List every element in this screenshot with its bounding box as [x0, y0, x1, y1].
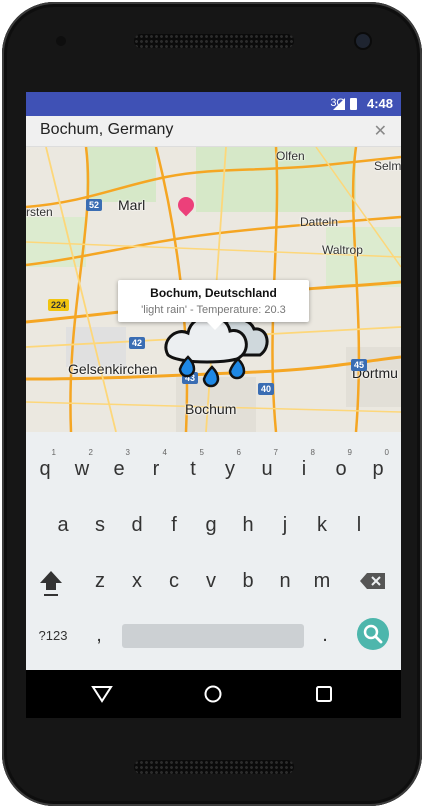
comma-key[interactable]: ,	[92, 624, 106, 647]
road-shield-42b: 42	[129, 337, 146, 349]
search-key[interactable]	[357, 618, 389, 650]
shift-icon	[40, 571, 62, 596]
navigation-bar	[26, 670, 401, 718]
key-s[interactable]: s	[89, 514, 111, 537]
key-v[interactable]: v	[200, 570, 222, 593]
screen: 3G 4:48 ✕	[26, 92, 401, 718]
backspace-icon	[360, 573, 385, 589]
map-label-olfen: Olfen	[276, 149, 305, 163]
key-c[interactable]: c	[163, 570, 185, 593]
key-z[interactable]: z	[89, 570, 111, 593]
map-label-marl: Marl	[118, 197, 146, 213]
key-l[interactable]: l	[348, 514, 370, 537]
info-window[interactable]: Bochum, Deutschland 'light rain' - Tempe…	[118, 280, 309, 330]
period-key[interactable]: .	[318, 624, 332, 647]
battery-icon	[350, 98, 357, 110]
sensor	[56, 36, 66, 46]
backspace-key[interactable]	[359, 570, 387, 592]
map-label-waltrop: Waltrop	[322, 243, 363, 257]
key-w[interactable]: 2w	[71, 448, 93, 481]
recents-icon[interactable]	[312, 682, 336, 706]
key-m[interactable]: m	[311, 570, 333, 593]
key-p[interactable]: 0p	[367, 448, 389, 481]
key-n[interactable]: n	[274, 570, 296, 593]
info-window-subtitle: 'light rain' - Temperature: 20.3	[141, 304, 286, 316]
key-h[interactable]: h	[237, 514, 259, 537]
map-view[interactable]: rsten Marl Olfen Selm Datteln Waltrop Ge…	[26, 147, 401, 432]
road-shield-45: 45	[351, 359, 368, 371]
close-icon[interactable]: ✕	[374, 121, 387, 141]
key-b[interactable]: b	[237, 570, 259, 593]
key-f[interactable]: f	[163, 514, 185, 537]
key-j[interactable]: j	[274, 514, 296, 537]
phone-frame: 3G 4:48 ✕	[0, 0, 428, 811]
key-i[interactable]: 8i	[293, 448, 315, 481]
back-icon[interactable]	[90, 682, 114, 706]
key-a[interactable]: a	[52, 514, 74, 537]
key-q[interactable]: 1q	[34, 448, 56, 481]
signal-icon	[333, 98, 345, 110]
status-bar: 3G 4:48	[26, 92, 401, 116]
key-o[interactable]: 9o	[330, 448, 352, 481]
key-d[interactable]: d	[126, 514, 148, 537]
key-u[interactable]: 7u	[256, 448, 278, 481]
info-window-title: Bochum, Deutschland	[150, 286, 277, 300]
key-e[interactable]: 3e	[108, 448, 130, 481]
map-label-dorsten: rsten	[26, 205, 53, 219]
space-key[interactable]	[122, 624, 304, 648]
shift-key[interactable]	[38, 568, 64, 598]
key-k[interactable]: k	[311, 514, 333, 537]
key-g[interactable]: g	[200, 514, 222, 537]
map-label-datteln: Datteln	[300, 215, 339, 229]
map-label-selm: Selm	[374, 159, 401, 173]
symbols-key[interactable]: ?123	[34, 628, 72, 643]
search-bar: ✕	[26, 116, 401, 147]
search-icon	[363, 624, 383, 644]
map-label-gelsenkirchen: Gelsenkirchen	[68, 361, 158, 377]
soft-keyboard: 1q 2w 3e 4r 5t 6y 7u 8i 9o 0p a s d f g …	[26, 432, 401, 670]
road-shield-224: 224	[48, 299, 70, 311]
key-y[interactable]: 6y	[219, 448, 241, 481]
map-label-bochum: Bochum	[185, 401, 237, 417]
search-input[interactable]	[40, 118, 340, 142]
bottom-speaker	[134, 760, 294, 774]
front-camera	[356, 34, 370, 48]
home-icon[interactable]	[201, 682, 225, 706]
road-shield-52: 52	[86, 199, 103, 211]
status-time: 4:48	[366, 96, 393, 111]
key-r[interactable]: 4r	[145, 448, 167, 481]
key-x[interactable]: x	[126, 570, 148, 593]
key-t[interactable]: 5t	[182, 448, 204, 481]
top-speaker	[134, 34, 294, 48]
